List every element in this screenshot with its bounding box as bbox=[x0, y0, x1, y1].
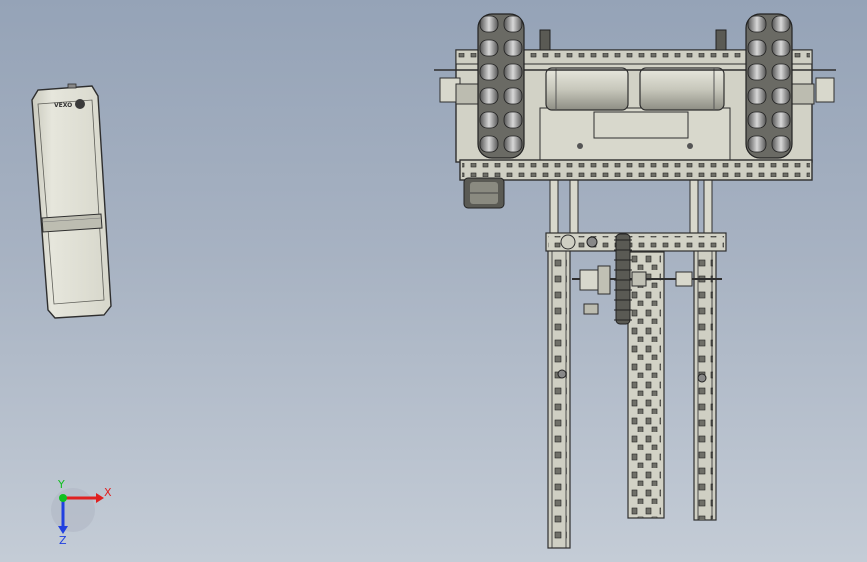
lift-motor[interactable] bbox=[463, 177, 505, 209]
y-axis-dot bbox=[59, 494, 67, 502]
x-axis-label: X bbox=[104, 486, 112, 499]
battery-pack[interactable]: VEXO bbox=[31, 83, 112, 319]
battery-logo: VEXO bbox=[54, 102, 72, 109]
left-arm-channel[interactable] bbox=[547, 243, 571, 549]
omni-wheel-left[interactable] bbox=[477, 13, 525, 159]
drive-motor-left[interactable] bbox=[545, 67, 629, 111]
drive-motor-right[interactable] bbox=[639, 67, 725, 111]
cad-graphics-viewport[interactable]: VEXO X Y Z bbox=[0, 0, 867, 562]
y-axis-label: Y bbox=[57, 478, 65, 491]
right-arm-channel[interactable] bbox=[693, 247, 717, 521]
center-arm-plate[interactable] bbox=[627, 251, 665, 519]
arm-crossbar[interactable] bbox=[545, 232, 727, 252]
front-channel[interactable] bbox=[459, 159, 813, 181]
omni-wheel-right[interactable] bbox=[745, 13, 793, 159]
standoffs bbox=[549, 175, 713, 237]
x-arrowhead-icon bbox=[96, 493, 104, 503]
z-axis-label: Z bbox=[59, 534, 67, 547]
coordinate-triad[interactable]: X Y Z bbox=[51, 478, 112, 547]
assembly-model[interactable]: VEXO X Y Z bbox=[0, 0, 867, 562]
